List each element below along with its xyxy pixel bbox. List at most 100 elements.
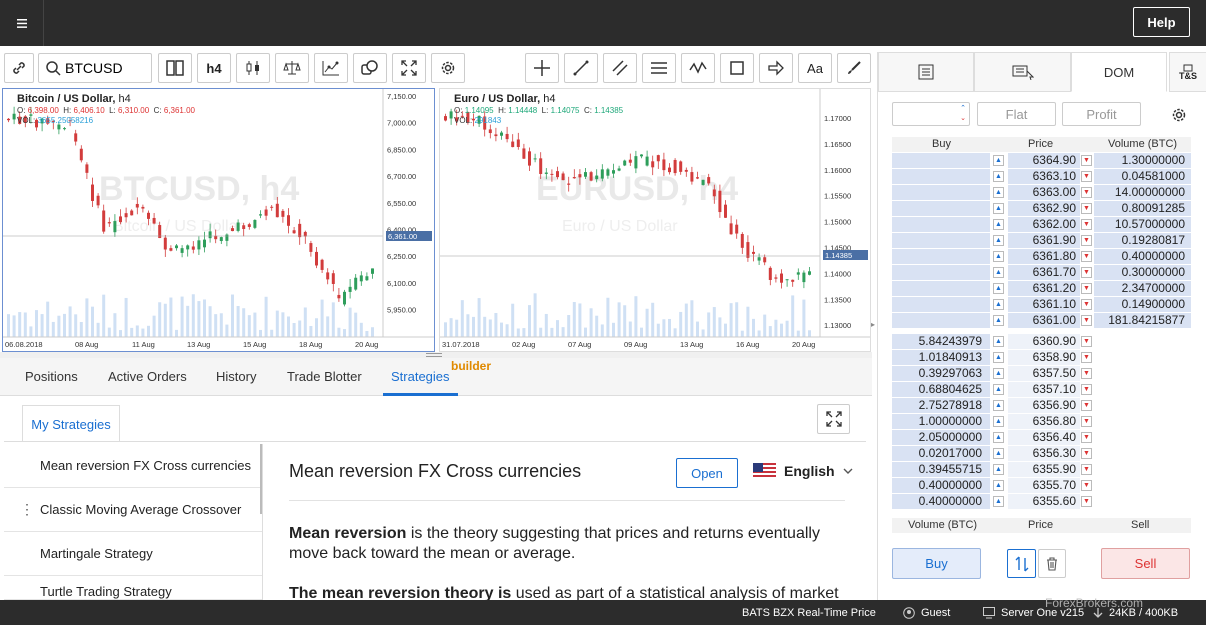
collapse-panel-handle[interactable]: ▸	[871, 320, 875, 329]
bid-row[interactable]: 0.39455715 ▲ 6355.90 ▼	[892, 462, 1191, 477]
price-cell[interactable]: 6361.70	[1008, 265, 1080, 280]
rectangle-button[interactable]	[720, 53, 754, 83]
chevron-up-icon[interactable]: ▲	[993, 432, 1004, 443]
arrow-button[interactable]	[759, 53, 793, 83]
chevron-down-icon[interactable]: ▼	[1081, 251, 1092, 262]
bid-row[interactable]: 0.40000000 ▲ 6355.70 ▼	[892, 478, 1191, 493]
chevron-down-icon[interactable]: ▼	[1081, 448, 1092, 459]
compare-button[interactable]	[275, 53, 309, 83]
buy-cell[interactable]	[892, 265, 990, 280]
price-cell[interactable]: 6361.00	[1008, 313, 1080, 328]
chevron-down-icon[interactable]: ▼	[1081, 203, 1092, 214]
quantity-stepper[interactable]: ⌃ ⌄	[892, 102, 970, 126]
price-cell[interactable]: 6364.90	[1008, 153, 1080, 168]
chevron-up-icon[interactable]: ▲	[993, 368, 1004, 379]
price-cell[interactable]: 6356.40	[1008, 430, 1080, 445]
price-cell[interactable]: 6363.00	[1008, 185, 1080, 200]
chevron-up-icon[interactable]: ▲	[993, 219, 1004, 230]
decrement-icon[interactable]: ⌄	[960, 114, 966, 124]
bid-row[interactable]: 0.02017000 ▲ 6356.30 ▼	[892, 446, 1191, 461]
price-cell[interactable]: 6356.80	[1008, 414, 1080, 429]
price-cell[interactable]: 6360.90	[1008, 334, 1080, 349]
bid-row[interactable]: 0.40000000 ▲ 6355.60 ▼	[892, 494, 1191, 509]
chevron-down-icon[interactable]: ▼	[1081, 299, 1092, 310]
brush-button[interactable]	[837, 53, 871, 83]
sell-cell[interactable]	[1094, 382, 1191, 397]
chevron-down-icon[interactable]: ▼	[1081, 480, 1092, 491]
price-cell[interactable]: 6361.80	[1008, 249, 1080, 264]
bid-row[interactable]: 2.75278918 ▲ 6356.90 ▼	[892, 398, 1191, 413]
chevron-up-icon[interactable]: ▲	[993, 283, 1004, 294]
buy-cell[interactable]	[892, 217, 990, 232]
chevron-down-icon[interactable]: ▼	[1081, 496, 1092, 507]
strategy-item[interactable]: ⋮ Classic Moving Average Crossover	[4, 488, 262, 532]
ask-row[interactable]: ▲ 6361.00 ▼ 181.84215877	[892, 313, 1191, 328]
sell-cell[interactable]	[1094, 350, 1191, 365]
eurusd-chart[interactable]: EURUSD, h4 Euro / US Dollar 1.17000 1.165…	[439, 88, 871, 352]
price-cell[interactable]: 6357.50	[1008, 366, 1080, 381]
chart-settings-button[interactable]	[431, 53, 465, 83]
sell-cell[interactable]	[1094, 462, 1191, 477]
ask-row[interactable]: ▲ 6361.20 ▼ 2.34700000	[892, 281, 1191, 296]
crosshair-button[interactable]	[525, 53, 559, 83]
sell-button[interactable]: Sell	[1101, 548, 1190, 579]
chevron-down-icon[interactable]: ▼	[1081, 384, 1092, 395]
chevron-up-icon[interactable]: ▲	[993, 315, 1004, 326]
language-selector[interactable]: English	[753, 463, 853, 479]
tab-dom[interactable]: DOM	[1071, 52, 1167, 92]
ask-row[interactable]: ▲ 6362.90 ▼ 0.80091285	[892, 201, 1191, 216]
chevron-down-icon[interactable]: ▼	[1081, 267, 1092, 278]
buy-cell[interactable]	[892, 313, 990, 328]
buy-cell[interactable]	[892, 249, 990, 264]
sell-cell[interactable]	[1094, 366, 1191, 381]
buy-cell[interactable]	[892, 201, 990, 216]
sell-cell[interactable]	[1094, 430, 1191, 445]
ask-row[interactable]: ▲ 6361.70 ▼ 0.30000000	[892, 265, 1191, 280]
chevron-up-icon[interactable]: ▲	[993, 171, 1004, 182]
chevron-down-icon[interactable]: ▼	[1081, 171, 1092, 182]
reverse-button[interactable]	[1007, 549, 1036, 578]
bid-row[interactable]: 1.01840913 ▲ 6358.90 ▼	[892, 350, 1191, 365]
btcusd-chart[interactable]: BTCUSD, h4 Bitcoin / US Dollar 7,150.00 7…	[2, 88, 435, 352]
chevron-up-icon[interactable]: ▲	[993, 464, 1004, 475]
chevron-down-icon[interactable]: ▼	[1081, 155, 1092, 166]
increment-icon[interactable]: ⌃	[960, 104, 966, 114]
price-cell[interactable]: 6358.90	[1008, 350, 1080, 365]
strategy-item[interactable]: Martingale Strategy	[4, 532, 262, 576]
chevron-up-icon[interactable]: ▲	[993, 384, 1004, 395]
chevron-up-icon[interactable]: ▲	[993, 480, 1004, 491]
price-cell[interactable]: 6362.90	[1008, 201, 1080, 216]
trendline-button[interactable]	[564, 53, 598, 83]
open-strategy-button[interactable]: Open	[676, 458, 738, 488]
pattern-button[interactable]	[681, 53, 715, 83]
sell-cell[interactable]	[1094, 334, 1191, 349]
price-cell[interactable]: 6356.30	[1008, 446, 1080, 461]
price-cell[interactable]: 6355.70	[1008, 478, 1080, 493]
buy-cell[interactable]	[892, 153, 990, 168]
chevron-down-icon[interactable]: ▼	[1081, 336, 1092, 347]
ask-row[interactable]: ▲ 6361.90 ▼ 0.19280817	[892, 233, 1191, 248]
tab-orders-list[interactable]	[878, 52, 974, 92]
chevron-up-icon[interactable]: ▲	[993, 448, 1004, 459]
sell-cell[interactable]	[1094, 398, 1191, 413]
tab-my-strategies[interactable]: My Strategies	[22, 405, 120, 442]
bid-row[interactable]: 1.00000000 ▲ 6356.80 ▼	[892, 414, 1191, 429]
buy-cell[interactable]	[892, 297, 990, 312]
price-cell[interactable]: 6363.10	[1008, 169, 1080, 184]
symbol-input[interactable]	[65, 60, 145, 76]
help-button[interactable]: Help	[1133, 7, 1190, 37]
sell-cell[interactable]	[1094, 414, 1191, 429]
bid-row[interactable]: 2.05000000 ▲ 6356.40 ▼	[892, 430, 1191, 445]
chevron-down-icon[interactable]: ▼	[1081, 368, 1092, 379]
tab-strategies[interactable]: Strategies	[391, 369, 450, 384]
price-cell[interactable]: 6356.90	[1008, 398, 1080, 413]
indicators-button[interactable]	[314, 53, 348, 83]
chevron-down-icon[interactable]: ▼	[1081, 352, 1092, 363]
chevron-up-icon[interactable]: ▲	[993, 336, 1004, 347]
price-cell[interactable]: 6357.10	[1008, 382, 1080, 397]
text-tool-button[interactable]: Aa	[798, 53, 832, 83]
bid-row[interactable]: 5.84243979 ▲ 6360.90 ▼	[892, 334, 1191, 349]
link-button[interactable]	[4, 53, 34, 83]
buy-cell[interactable]	[892, 185, 990, 200]
buy-cell[interactable]	[892, 281, 990, 296]
